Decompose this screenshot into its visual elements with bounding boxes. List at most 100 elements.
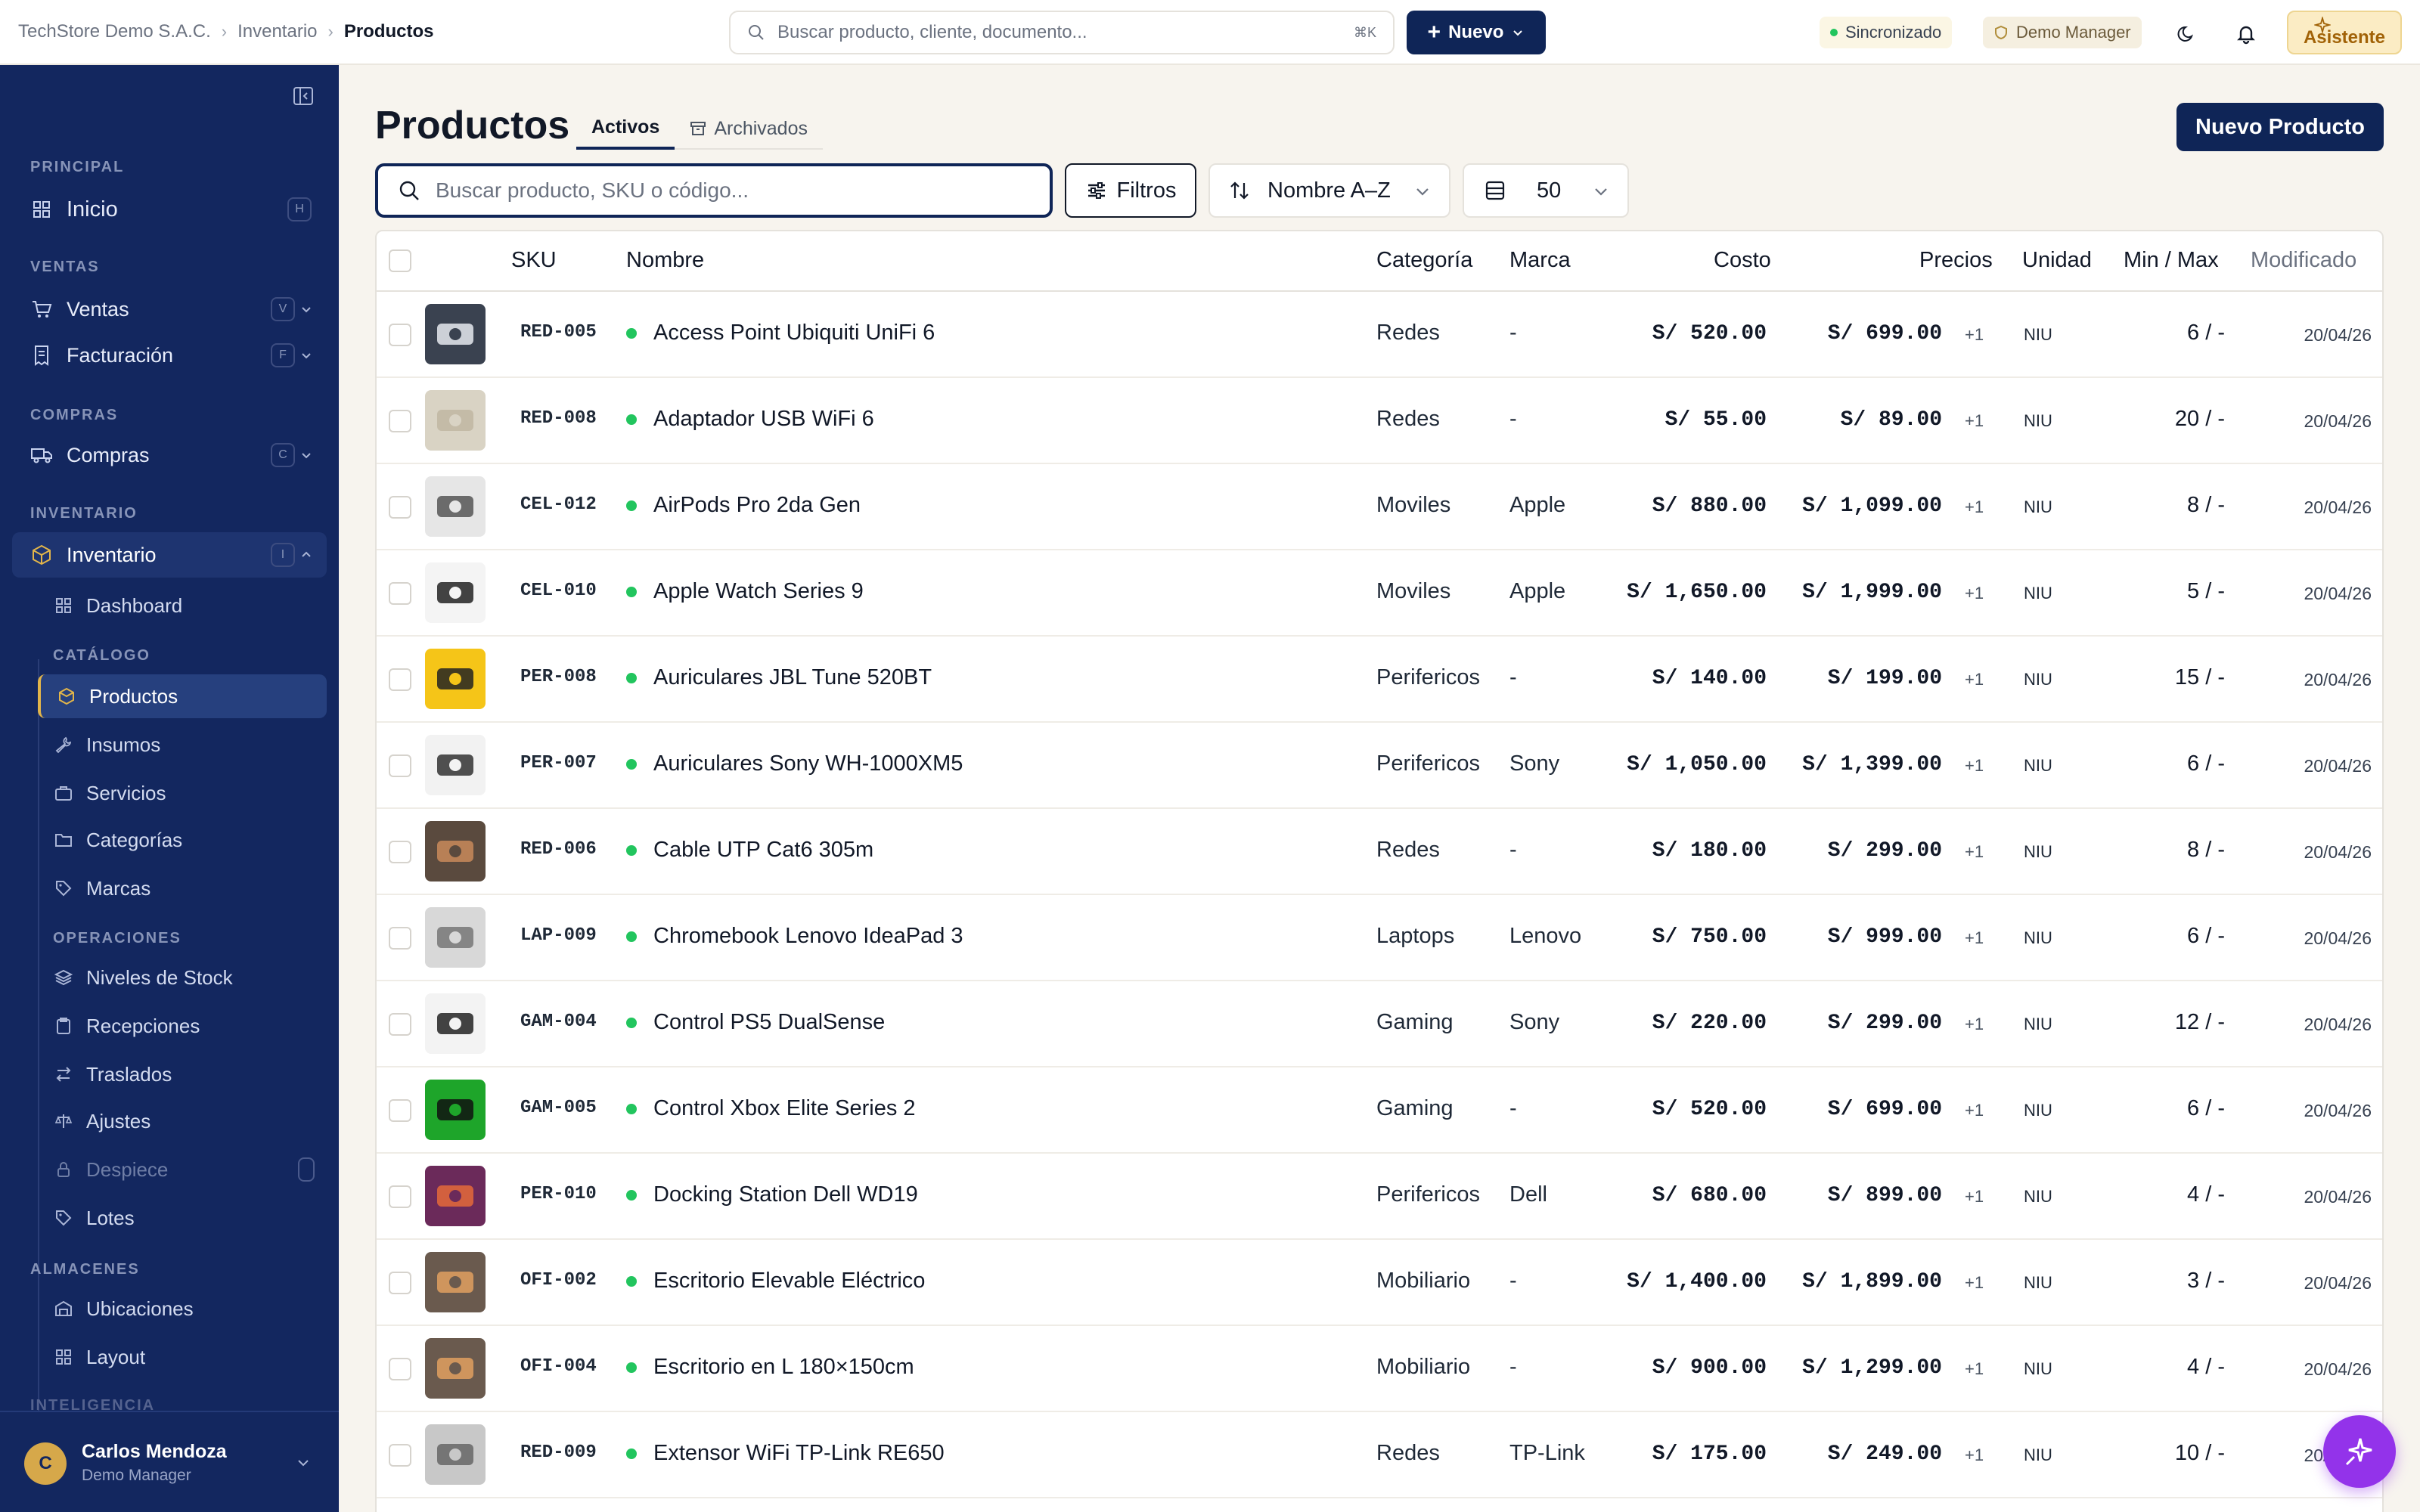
row-name[interactable]: Chromebook Lenovo IdeaPad 3 (626, 924, 963, 949)
table-row[interactable]: RED-006 Cable UTP Cat6 305m Redes - S/ 1… (377, 809, 2382, 895)
row-extra-prices-badge[interactable]: +1 (1965, 1445, 1984, 1465)
row-extra-prices-badge[interactable]: +1 (1965, 1015, 1984, 1034)
assistant-button[interactable]: Asistente (2287, 11, 2402, 54)
column-name[interactable]: Nombre (626, 248, 704, 273)
table-row[interactable]: RED-005 Access Point Ubiquiti UniFi 6 Re… (377, 292, 2382, 378)
sidebar-item-compras[interactable]: Compras C (12, 432, 327, 478)
row-extra-prices-badge[interactable]: +1 (1965, 1101, 1984, 1120)
column-category[interactable]: Categoría (1376, 248, 1472, 273)
row-extra-prices-badge[interactable]: +1 (1965, 1359, 1984, 1379)
row-name[interactable]: Cable UTP Cat6 305m (626, 838, 873, 863)
sidebar-sub-ajustes[interactable]: Ajustes (38, 1099, 327, 1143)
row-checkbox[interactable] (389, 1099, 411, 1122)
new-product-button[interactable]: Nuevo Producto (2176, 103, 2384, 151)
table-row[interactable]: PER-007 Auriculares Sony WH-1000XM5 Peri… (377, 723, 2382, 809)
sidebar-item-inicio[interactable]: Inicio H (12, 187, 327, 232)
row-name[interactable]: Escritorio en L 180×150cm (626, 1355, 914, 1380)
row-extra-prices-badge[interactable]: +1 (1965, 1187, 1984, 1207)
user-menu[interactable]: C Carlos Mendoza Demo Manager (0, 1411, 339, 1512)
table-row[interactable]: CEL-010 Apple Watch Series 9 Moviles App… (377, 550, 2382, 637)
filters-button[interactable]: Filtros (1065, 163, 1196, 218)
row-checkbox[interactable] (389, 582, 411, 605)
sidebar-sub-dashboard[interactable]: Dashboard (38, 584, 327, 627)
row-checkbox[interactable] (389, 324, 411, 346)
product-search-input[interactable] (436, 178, 1010, 203)
row-checkbox[interactable] (389, 754, 411, 777)
row-name[interactable]: Escritorio Elevable Eléctrico (626, 1269, 925, 1294)
table-row[interactable]: PER-010 Docking Station Dell WD19 Perife… (377, 1154, 2382, 1240)
breadcrumb-company[interactable]: TechStore Demo S.A.C. (18, 21, 211, 42)
row-extra-prices-badge[interactable]: +1 (1965, 842, 1984, 862)
sort-select[interactable]: Nombre A–Z (1208, 163, 1450, 218)
row-checkbox[interactable] (389, 1185, 411, 1208)
row-checkbox[interactable] (389, 410, 411, 432)
column-modified[interactable]: Modificado (2251, 248, 2356, 273)
select-all-checkbox[interactable] (389, 249, 411, 272)
breadcrumb-inventario[interactable]: Inventario (237, 21, 317, 42)
notifications-button[interactable] (2231, 18, 2261, 48)
column-prices[interactable]: Precios (1919, 248, 1993, 273)
row-extra-prices-badge[interactable]: +1 (1965, 670, 1984, 689)
ai-assistant-fab[interactable] (2323, 1415, 2396, 1488)
table-row[interactable]: CEL-012 AirPods Pro 2da Gen Moviles Appl… (377, 464, 2382, 550)
row-name[interactable]: AirPods Pro 2da Gen (626, 493, 861, 518)
column-minmax[interactable]: Min / Max (2124, 248, 2219, 273)
row-checkbox[interactable] (389, 668, 411, 691)
page-size-select[interactable]: 50 (1463, 163, 1629, 218)
row-extra-prices-badge[interactable]: +1 (1965, 325, 1984, 345)
table-row[interactable]: RED-009 Extensor WiFi TP-Link RE650 Rede… (377, 1412, 2382, 1498)
sidebar-sub-categorias[interactable]: Categorías (38, 818, 327, 862)
row-checkbox[interactable] (389, 1358, 411, 1380)
sidebar-sub-recepciones[interactable]: Recepciones (38, 1004, 327, 1048)
row-name[interactable]: Adaptador USB WiFi 6 (626, 407, 874, 432)
table-row[interactable]: RED-008 Adaptador USB WiFi 6 Redes - S/ … (377, 378, 2382, 464)
table-row[interactable]: OFI-002 Escritorio Elevable Eléctrico Mo… (377, 1240, 2382, 1326)
sidebar-sub-layout[interactable]: Layout (38, 1335, 327, 1379)
sidebar-item-facturacion[interactable]: Facturación F (12, 333, 327, 378)
new-dropdown-button[interactable]: + Nuevo (1407, 11, 1546, 54)
column-cost[interactable]: Costo (1714, 248, 1771, 273)
row-checkbox[interactable] (389, 1444, 411, 1467)
row-extra-prices-badge[interactable]: +1 (1965, 497, 1984, 517)
row-extra-prices-badge[interactable]: +1 (1965, 411, 1984, 431)
table-row[interactable]: LAP-009 Chromebook Lenovo IdeaPad 3 Lapt… (377, 895, 2382, 981)
row-extra-prices-badge[interactable]: +1 (1965, 584, 1984, 603)
row-name[interactable]: Apple Watch Series 9 (626, 579, 864, 604)
product-search[interactable] (375, 163, 1053, 218)
row-name[interactable]: Control Xbox Elite Series 2 (626, 1096, 916, 1121)
row-extra-prices-badge[interactable]: +1 (1965, 756, 1984, 776)
row-checkbox[interactable] (389, 841, 411, 863)
row-name[interactable]: Auriculares Sony WH-1000XM5 (626, 751, 963, 776)
row-name[interactable]: Access Point Ubiquiti UniFi 6 (626, 321, 935, 345)
row-name[interactable]: Control PS5 DualSense (626, 1010, 885, 1035)
sidebar-sub-marcas[interactable]: Marcas (38, 866, 327, 910)
row-name[interactable]: Extensor WiFi TP-Link RE650 (626, 1441, 945, 1466)
column-sku[interactable]: SKU (511, 248, 557, 273)
table-row[interactable]: GAM-005 Control Xbox Elite Series 2 Gami… (377, 1067, 2382, 1154)
sidebar-item-ventas[interactable]: Ventas V (12, 287, 327, 332)
row-extra-prices-badge[interactable]: +1 (1965, 1273, 1984, 1293)
row-name[interactable]: Auriculares JBL Tune 520BT (626, 665, 932, 690)
sidebar-sub-niveles[interactable]: Niveles de Stock (38, 956, 327, 999)
column-brand[interactable]: Marca (1509, 248, 1571, 273)
row-extra-prices-badge[interactable]: +1 (1965, 928, 1984, 948)
theme-toggle-button[interactable] (2172, 18, 2202, 48)
sidebar-sub-ubicaciones[interactable]: Ubicaciones (38, 1287, 327, 1331)
sidebar-collapse-button[interactable] (292, 85, 315, 111)
row-checkbox[interactable] (389, 496, 411, 519)
sidebar-item-inventario[interactable]: Inventario I (12, 532, 327, 578)
sidebar-sub-traslados[interactable]: Traslados (38, 1052, 327, 1096)
tab-activos[interactable]: Activos (576, 107, 675, 150)
sidebar-sub-insumos[interactable]: Insumos (38, 723, 327, 767)
tab-archivados[interactable]: Archivados (675, 107, 823, 150)
row-checkbox[interactable] (389, 1272, 411, 1294)
table-row[interactable]: PER-008 Auriculares JBL Tune 520BT Perif… (377, 637, 2382, 723)
column-unit[interactable]: Unidad (2022, 248, 2092, 273)
sidebar-sub-lotes[interactable]: Lotes (38, 1196, 327, 1240)
table-row[interactable]: GAM-004 Control PS5 DualSense Gaming Son… (377, 981, 2382, 1067)
row-checkbox[interactable] (389, 1013, 411, 1036)
row-name[interactable]: Docking Station Dell WD19 (626, 1182, 918, 1207)
row-checkbox[interactable] (389, 927, 411, 950)
sidebar-sub-productos[interactable]: Productos (38, 674, 327, 718)
global-search-input[interactable]: Buscar producto, cliente, documento... ⌘… (729, 11, 1395, 54)
